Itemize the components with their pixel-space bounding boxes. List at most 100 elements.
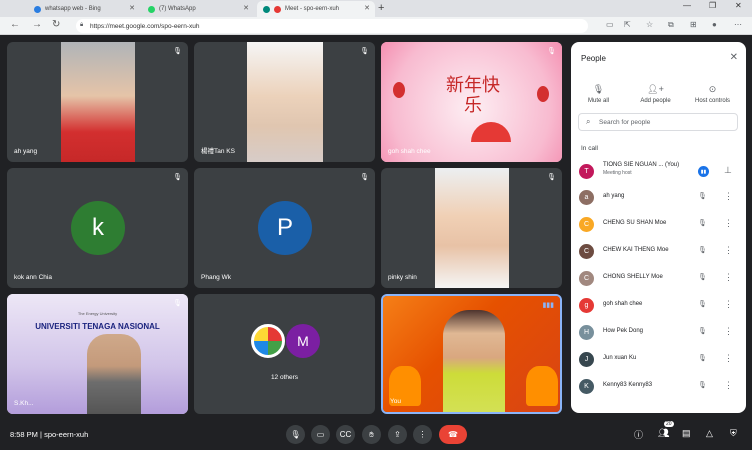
participant-row[interactable]: H How Pek Dong 🎙︎ ⋮ xyxy=(579,319,741,345)
participant-name: ah yang xyxy=(603,193,625,199)
more-options-icon[interactable]: ⋮ xyxy=(724,191,733,202)
participant-role: Meeting host xyxy=(603,170,632,176)
participant-video xyxy=(87,334,141,414)
host-controls-button[interactable]: ⊙ Host controls xyxy=(685,84,740,104)
participant-row[interactable]: T TIONG SIE NGUAN ... (You) Meeting host… xyxy=(579,158,741,184)
recording-icon xyxy=(274,5,281,13)
participant-tile[interactable]: k 🎙︎ kok ann Chia xyxy=(7,168,188,288)
participant-tile[interactable]: The Energy University UNIVERSITI TENAGA … xyxy=(7,294,188,414)
menu-icon[interactable]: ⋯ xyxy=(734,20,742,29)
participant-row[interactable]: C CHONG SHELLY Moe 🎙︎ ⋮ xyxy=(579,265,741,291)
people-icon[interactable]: 👥︎ xyxy=(658,428,669,439)
favorite-icon[interactable]: ☆ xyxy=(646,20,653,29)
reload-icon[interactable]: ↻ xyxy=(52,19,60,30)
share-icon[interactable]: ⇱ xyxy=(624,20,631,29)
back-icon[interactable]: ← xyxy=(10,19,20,30)
tab-meet[interactable]: Meet - spo-eern-xuh ✕ xyxy=(257,1,375,17)
participant-name: You xyxy=(390,398,401,405)
banner-subtitle: The Energy University xyxy=(77,311,118,316)
add-people-button[interactable]: 👤︎+ Add people xyxy=(628,84,683,104)
tab-label: whatsapp web - Bing xyxy=(45,6,101,12)
close-icon[interactable]: ✕ xyxy=(364,4,370,12)
pin-icon[interactable]: ⊥ xyxy=(724,165,732,176)
participant-tile[interactable]: 🎙︎ ah yang xyxy=(7,42,188,162)
more-options-icon[interactable]: ⋮ xyxy=(724,218,733,229)
host-controls-icon[interactable]: ⛨ xyxy=(730,428,737,439)
camera-button[interactable]: ▭ xyxy=(311,425,330,444)
mic-off-icon: 🎙︎ xyxy=(173,48,182,55)
participant-tile[interactable]: P 🎙︎ Phang Wk xyxy=(194,168,375,288)
info-icon[interactable]: ⓘ xyxy=(634,428,643,441)
captions-button[interactable]: CC xyxy=(336,425,355,444)
maximize-button[interactable]: ❐ xyxy=(709,1,716,10)
speaking-icon: ▮▮ xyxy=(698,166,709,177)
present-button[interactable]: ⇪ xyxy=(388,425,407,444)
self-tile[interactable]: ▮▮▮ You xyxy=(381,294,562,414)
meet-icon xyxy=(263,5,270,13)
participant-row[interactable]: a ah yang 🎙︎ ⋮ xyxy=(579,184,741,210)
avatar: T xyxy=(579,164,594,179)
mic-off-icon: 🎙︎ xyxy=(698,301,707,308)
new-tab-button[interactable]: + xyxy=(378,2,384,14)
close-icon[interactable]: ✕ xyxy=(243,4,249,12)
more-options-icon[interactable]: ⋮ xyxy=(724,326,733,337)
participant-row[interactable]: g goh shah chee 🎙︎ ⋮ xyxy=(579,292,741,318)
more-options-button[interactable]: ⋮ xyxy=(413,425,432,444)
avatar: C xyxy=(579,217,594,232)
more-options-icon[interactable]: ⋮ xyxy=(724,380,733,391)
action-label: Add people xyxy=(640,98,671,104)
tab-whatsapp[interactable]: (7) WhatsApp ✕ xyxy=(142,1,254,17)
participant-name: Phang Wk xyxy=(201,274,231,281)
camera-icon[interactable]: ▭ xyxy=(606,20,614,29)
participant-name: ah yang xyxy=(14,148,38,155)
activities-icon[interactable]: △ xyxy=(706,428,713,439)
participant-row[interactable]: C CHENG SU SHAN Moe 🎙︎ ⋮ xyxy=(579,211,741,237)
mic-off-icon: 🎙︎ xyxy=(592,84,605,94)
mic-off-icon: 🎙︎ xyxy=(698,193,707,200)
whatsapp-icon xyxy=(148,5,155,13)
avatar xyxy=(251,324,285,358)
mic-button[interactable]: 🎙︎ xyxy=(286,425,305,444)
participant-name: TIONG SIE NGUAN ... (You) xyxy=(603,162,680,168)
participant-video xyxy=(61,42,135,162)
avatar: C xyxy=(579,244,594,259)
section-label: In call xyxy=(581,145,598,152)
search-input[interactable]: ⌕ Search for people xyxy=(578,113,738,131)
raise-hand-button[interactable]: ✋︎ xyxy=(362,425,381,444)
address-bar[interactable]: 🔒︎ https://meet.google.com/spo-eern-xuh xyxy=(76,19,588,33)
mic-off-icon: 🎙︎ xyxy=(547,174,556,181)
participant-name: goh shah chee xyxy=(388,148,431,155)
participant-tile[interactable]: 🎙︎ 楊禮Tan KS xyxy=(194,42,375,162)
close-icon[interactable]: ✕ xyxy=(129,4,135,12)
bing-icon xyxy=(34,5,41,13)
participant-name: CHONG SHELLY Moe xyxy=(603,274,663,280)
browser-tab-bar: whatsapp web - Bing ✕ (7) WhatsApp ✕ Mee… xyxy=(0,0,752,17)
close-icon[interactable]: ✕ xyxy=(730,52,738,63)
participant-tile[interactable]: 新年快乐 🎙︎ goh shah chee xyxy=(381,42,562,162)
more-options-icon[interactable]: ⋮ xyxy=(724,245,733,256)
minimize-button[interactable]: — xyxy=(683,1,691,10)
extensions-icon[interactable]: ⊞ xyxy=(690,20,697,29)
participant-row[interactable]: K Kenny83 Kenny83 🎙︎ ⋮ xyxy=(579,373,741,399)
avatar: M xyxy=(286,324,320,358)
leave-call-button[interactable]: ☎︎ xyxy=(439,425,467,444)
tab-bing[interactable]: whatsapp web - Bing ✕ xyxy=(28,1,140,17)
chat-icon[interactable]: ▤ xyxy=(682,428,691,439)
close-window-button[interactable]: ✕ xyxy=(735,1,742,10)
avatar: k xyxy=(71,201,125,255)
collections-icon[interactable]: ⧉ xyxy=(668,20,674,30)
others-tile[interactable]: M 12 others xyxy=(194,294,375,414)
participant-row[interactable]: C CHEW KAI THENG Moe 🎙︎ ⋮ xyxy=(579,238,741,264)
mic-off-icon: 🎙︎ xyxy=(698,382,707,389)
profile-icon[interactable]: ● xyxy=(712,20,717,29)
participant-tile[interactable]: 🎙︎ pinky shin xyxy=(381,168,562,288)
lantern-icon xyxy=(537,86,549,102)
panel-title: People xyxy=(581,54,606,63)
mute-all-button[interactable]: 🎙︎ Mute all xyxy=(571,84,626,104)
more-options-icon[interactable]: ⋮ xyxy=(724,353,733,364)
forward-icon[interactable]: → xyxy=(32,19,42,30)
participant-row[interactable]: J Jun xuan Ku 🎙︎ ⋮ xyxy=(579,346,741,372)
toggle-icon: ⊙ xyxy=(708,84,717,94)
more-options-icon[interactable]: ⋮ xyxy=(724,272,733,283)
more-options-icon[interactable]: ⋮ xyxy=(724,299,733,310)
